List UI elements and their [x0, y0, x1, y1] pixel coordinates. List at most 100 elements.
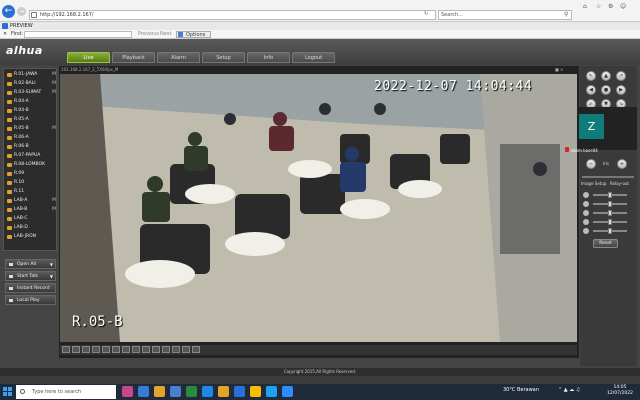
layout-custom-icon[interactable] [122, 346, 130, 353]
refresh-icon[interactable]: ↻ [424, 11, 428, 17]
channel-item[interactable]: R.08-LOMBOK [5, 161, 57, 169]
zoom-icon[interactable] [172, 346, 180, 353]
back-button[interactable]: ← [2, 5, 15, 18]
tab-alarm[interactable]: Alarm [157, 52, 200, 63]
ptz-up-right-button[interactable]: ↗ [616, 71, 626, 81]
slider-knob[interactable] [608, 210, 612, 216]
tab-live[interactable]: Live [67, 52, 110, 63]
close-all-icon[interactable] [192, 346, 200, 353]
ptz-left-button[interactable]: ◀ [586, 85, 596, 95]
ptz-center-button[interactable]: ● [601, 85, 611, 95]
contrast-slider[interactable] [593, 201, 627, 207]
channel-item[interactable]: LAB-JRON [5, 233, 57, 241]
iris-minus-button[interactable]: − [586, 159, 596, 169]
taskbar-app-icon[interactable] [186, 386, 197, 397]
channel-item[interactable]: R.04-B [5, 107, 57, 115]
start-talk-button[interactable]: Start Talk ▼ [5, 271, 56, 281]
taskbar-app-icon[interactable] [266, 386, 277, 397]
slider-knob[interactable] [608, 219, 612, 225]
home-icon[interactable]: ⌂ [583, 3, 587, 10]
ie-icon[interactable] [234, 386, 245, 397]
instant-record-button[interactable]: Instant Record [5, 283, 56, 293]
channel-item[interactable]: R.01-JAWA M [5, 71, 57, 79]
taskbar-app-icon[interactable] [122, 386, 133, 397]
channel-item[interactable]: R.06-B [5, 143, 57, 151]
address-bar[interactable]: http://192.168.2.167/ [29, 10, 436, 20]
edge-icon[interactable] [202, 386, 213, 397]
chrome-icon[interactable] [250, 386, 261, 397]
layout-1-icon[interactable] [62, 346, 70, 353]
layout-36-icon[interactable] [112, 346, 120, 353]
slider-knob[interactable] [608, 228, 612, 234]
channel-item[interactable]: R.03-SUMAT M [5, 89, 57, 97]
tab-logout[interactable]: Logout [292, 52, 335, 63]
find-input[interactable] [24, 31, 132, 38]
channel-item[interactable]: R.07-PAPUA [5, 152, 57, 160]
clock[interactable]: 14:05 12/07/2022 [603, 385, 637, 397]
tab-playback[interactable]: Playback [112, 52, 155, 63]
chevron-down-icon[interactable]: ▼ [50, 272, 53, 281]
channel-item[interactable]: LAB-C [5, 215, 57, 223]
find-previous-button[interactable]: Previous [138, 30, 159, 39]
local-play-button[interactable]: Local Play [5, 295, 56, 305]
slider-knob[interactable] [608, 201, 612, 207]
tab-image-setup[interactable]: Image Setup [581, 181, 606, 186]
task-view-icon[interactable] [170, 386, 181, 397]
ptz-up-button[interactable]: ▲ [601, 71, 611, 81]
taskbar-app-icon[interactable] [138, 386, 149, 397]
channel-item[interactable]: R.05-A [5, 116, 57, 124]
channel-item[interactable]: R.09 [5, 170, 57, 178]
browser-tab[interactable]: PREVIEW [0, 22, 640, 30]
snapshot-icon[interactable] [152, 346, 160, 353]
weather-widget[interactable]: 30°C Berawan [503, 387, 539, 393]
hue-slider[interactable] [593, 219, 627, 225]
open-all-button[interactable]: Open All ▼ [5, 259, 56, 269]
windows-start-icon[interactable] [3, 387, 13, 397]
channel-item[interactable]: R.05-B M [5, 125, 57, 133]
settings-gear-icon[interactable]: ⚙ [608, 3, 613, 10]
taskbar-search-input[interactable]: Type here to search [16, 385, 116, 399]
video-window-controls[interactable]: ■ ✕ [555, 67, 563, 72]
ptz-up-left-button[interactable]: ↖ [586, 71, 596, 81]
sharpness-slider[interactable] [593, 228, 627, 234]
channel-item[interactable]: LAB-D [5, 224, 57, 232]
channel-item[interactable]: LAB-B M [5, 206, 57, 214]
camera-icon [7, 100, 12, 104]
favorites-icon[interactable]: ☆ [596, 3, 601, 10]
record-icon[interactable] [162, 346, 170, 353]
find-next-button[interactable]: Next [160, 30, 172, 39]
brightness-slider[interactable] [593, 192, 627, 198]
ptz-right-button[interactable]: ▶ [616, 85, 626, 95]
camera-feed[interactable] [60, 74, 577, 342]
channel-item[interactable]: R.02-BALI M [5, 80, 57, 88]
saturation-slider[interactable] [593, 210, 627, 216]
search-icon[interactable]: ⚲ [564, 11, 568, 18]
tray-icons[interactable]: ⌃ ▲ ☁ ♫ [558, 387, 580, 393]
smiley-icon[interactable]: ☺ [620, 3, 626, 10]
channel-item[interactable]: R.11 [5, 188, 57, 196]
fullscreen-icon[interactable] [132, 346, 140, 353]
stretch-icon[interactable] [142, 346, 150, 353]
channel-item[interactable]: R.10 [5, 179, 57, 187]
folder-icon[interactable] [218, 386, 229, 397]
tab-info[interactable]: Info [247, 52, 290, 63]
zoom-icon[interactable] [282, 386, 293, 397]
layout-9-icon[interactable] [82, 346, 90, 353]
file-explorer-icon[interactable] [154, 386, 165, 397]
chevron-down-icon[interactable]: ▼ [50, 260, 53, 269]
channel-item[interactable]: R.06-A [5, 134, 57, 142]
tab-setup[interactable]: Setup [202, 52, 245, 63]
layout-4-icon[interactable] [72, 346, 80, 353]
layout-16-icon[interactable] [92, 346, 100, 353]
audio-icon[interactable] [182, 346, 190, 353]
layout-25-icon[interactable] [102, 346, 110, 353]
browser-search-input[interactable]: Search... [438, 10, 572, 20]
channel-item[interactable]: R.04-A [5, 98, 57, 106]
slider-knob[interactable] [608, 192, 612, 198]
tab-relay-out[interactable]: Relay-out [610, 181, 629, 186]
iris-plus-button[interactable]: + [617, 159, 627, 169]
forward-button[interactable]: → [17, 7, 26, 16]
channel-item[interactable]: LAB-A M [5, 197, 57, 205]
reset-button[interactable]: Reset [593, 239, 618, 248]
close-icon[interactable]: ✕ [3, 30, 7, 39]
